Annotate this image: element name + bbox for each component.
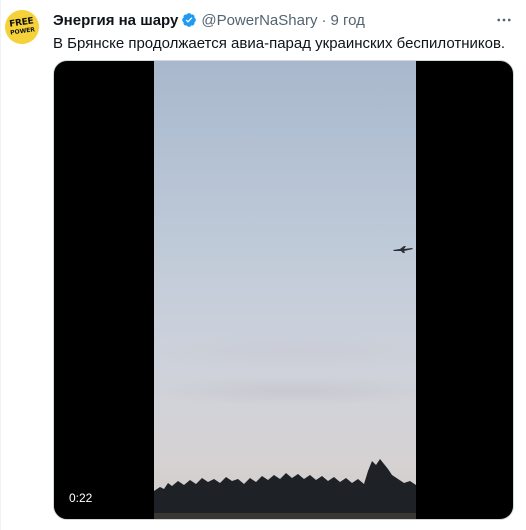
avatar[interactable]: FREE POWER (2, 7, 42, 47)
author-name[interactable]: Энергия на шару (53, 12, 178, 29)
tweet[interactable]: FREE POWER Энергия на шару @PowerNaShary… (0, 0, 526, 530)
more-options-button[interactable] (494, 10, 514, 30)
tweet-header: Энергия на шару @PowerNaShary · 9 год (53, 10, 365, 30)
video-frame[interactable] (154, 61, 416, 519)
ellipsis-icon (497, 18, 511, 22)
drone-in-sky (393, 246, 413, 253)
tweet-text: В Брянске продолжается авиа-парад украин… (53, 35, 506, 52)
treeline (154, 459, 416, 519)
video-duration: 0:22 (64, 489, 98, 507)
cloud-streak (154, 331, 416, 371)
post-time[interactable]: 9 год (330, 12, 364, 29)
author-handle[interactable]: @PowerNaShary (201, 12, 317, 29)
separator-dot: · (321, 11, 327, 29)
video-player[interactable]: 0:22 (53, 60, 514, 520)
cloud-streak (154, 376, 416, 406)
verified-badge-icon (181, 12, 197, 28)
